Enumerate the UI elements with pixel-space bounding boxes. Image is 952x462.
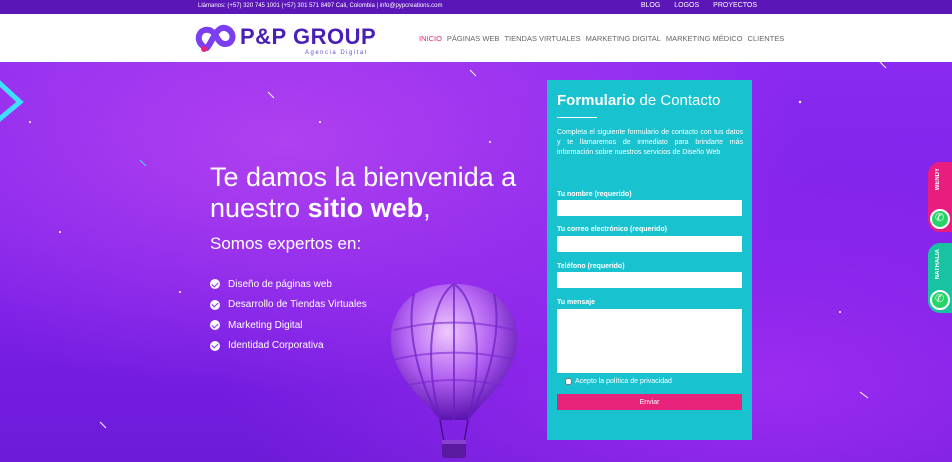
main-nav: INICIO PÁGINAS WEB TIENDAS VIRTUALES MAR… xyxy=(419,34,784,43)
contact-info: Llámanos: (+57) 320 745 1001 (+57) 301 5… xyxy=(198,3,443,9)
top-link-logos[interactable]: LOGOS xyxy=(674,2,699,9)
whatsapp-tab-label: NATHALIA xyxy=(935,249,941,280)
top-links: BLOG LOGOS PROYECTOS xyxy=(641,2,757,9)
nav-tiendas-virtuales[interactable]: TIENDAS VIRTUALES xyxy=(504,34,580,43)
list-item: Diseño de páginas web xyxy=(210,274,367,295)
top-link-blog[interactable]: BLOG xyxy=(641,2,660,9)
hero-subtitle: Somos expertos en: xyxy=(210,234,362,253)
check-icon xyxy=(210,299,220,310)
form-title-divider xyxy=(557,117,597,118)
logo-tagline: Agencia Digital xyxy=(305,50,368,56)
nav-paginas-web[interactable]: PÁGINAS WEB xyxy=(447,34,500,43)
welcome-line-2: nuestro sitio web, xyxy=(210,193,431,223)
whatsapp-icon xyxy=(930,290,950,310)
message-textarea[interactable] xyxy=(557,309,742,373)
whatsapp-icon xyxy=(930,209,950,229)
phone-label: Teléfono (requerido) xyxy=(557,263,625,270)
services-list: Diseño de páginas web Desarrollo de Tien… xyxy=(210,274,367,356)
hero-section: Te damos la bienvenida a nuestro sitio w… xyxy=(0,62,952,462)
nav-marketing-digital[interactable]: MARKETING DIGITAL xyxy=(586,34,661,43)
phone-input[interactable] xyxy=(557,272,742,288)
nav-marketing-medico[interactable]: MARKETING MÉDICO xyxy=(666,34,743,43)
privacy-row: Acepto la política de privacidad xyxy=(565,378,672,385)
whatsapp-tab-label: WENDY xyxy=(935,168,941,191)
welcome-line-1: Te damos la bienvenida a xyxy=(210,162,517,192)
name-input[interactable] xyxy=(557,200,742,216)
email-input[interactable] xyxy=(557,236,742,252)
logo-name: P&P GROUP xyxy=(240,24,377,49)
whatsapp-tab-nathalia[interactable]: NATHALIA xyxy=(928,243,952,313)
triangle-decoration-icon xyxy=(0,80,24,122)
privacy-checkbox[interactable] xyxy=(565,378,572,385)
nav-inicio[interactable]: INICIO xyxy=(419,34,442,43)
site-header: P&P GROUP Agencia Digital INICIO PÁGINAS… xyxy=(0,14,952,62)
top-bar: Llámanos: (+57) 320 745 1001 (+57) 301 5… xyxy=(0,0,952,14)
whatsapp-tab-wendy[interactable]: WENDY xyxy=(928,162,952,232)
name-label: Tu nombre (requerido) xyxy=(557,191,632,198)
top-link-proyectos[interactable]: PROYECTOS xyxy=(713,2,757,9)
submit-button[interactable]: Enviar xyxy=(557,394,742,410)
list-item: Marketing Digital xyxy=(210,315,367,336)
check-icon xyxy=(210,279,220,290)
privacy-label: Acepto la política de privacidad xyxy=(575,378,672,385)
infinity-logo-icon xyxy=(195,24,236,52)
email-label: Tu correo electrónico (requerido) xyxy=(557,226,667,233)
form-description: Completa el siguiente formulario de cont… xyxy=(557,129,743,156)
welcome-heading: Te damos la bienvenida a nuestro sitio w… xyxy=(210,162,516,224)
list-item: Desarrollo de Tiendas Virtuales xyxy=(210,295,367,316)
logo[interactable]: P&P GROUP Agencia Digital xyxy=(195,18,385,58)
list-item: Identidad Corporativa xyxy=(210,336,367,357)
check-icon xyxy=(210,320,220,331)
form-title: Formulario de Contacto xyxy=(557,92,721,109)
nav-clientes[interactable]: CLIENTES xyxy=(748,34,785,43)
hot-air-balloon-image xyxy=(390,283,518,458)
check-icon xyxy=(210,340,220,351)
contact-form: Formulario de Contacto Completa el sigui… xyxy=(547,80,752,440)
message-label: Tu mensaje xyxy=(557,299,595,306)
